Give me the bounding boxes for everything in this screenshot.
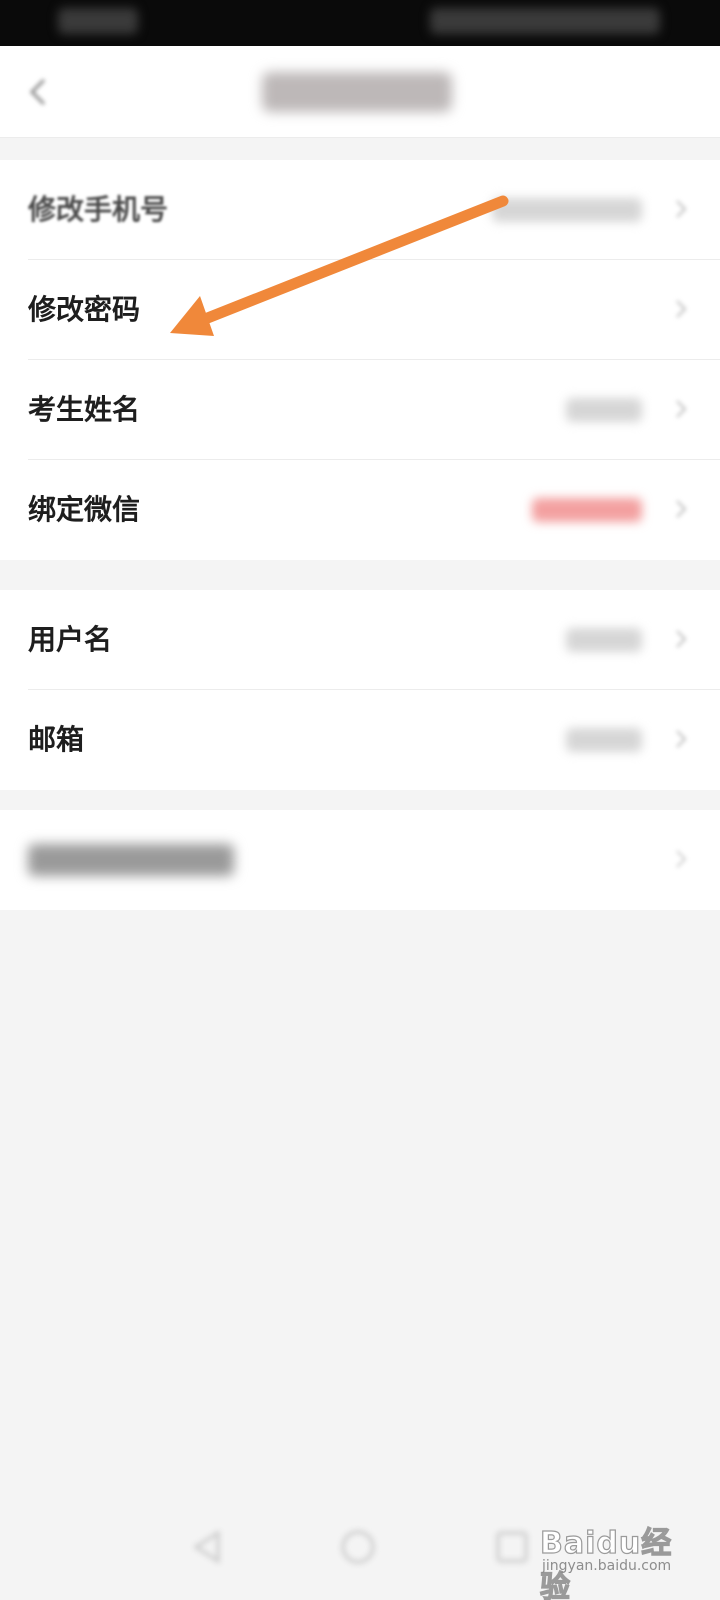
top-nav-bar: [0, 46, 720, 138]
row-label: 修改密码: [28, 293, 141, 326]
baidu-watermark: Baidu经验 jingyan.baidu.com: [539, 1512, 700, 1600]
row-change-phone[interactable]: 修改手机号: [28, 160, 720, 260]
row-label: 考生姓名: [28, 393, 141, 426]
row-value: [566, 728, 642, 752]
chevron-left-icon[interactable]: [20, 72, 60, 112]
extra-group: [0, 810, 720, 910]
row-email[interactable]: 邮箱: [28, 690, 720, 790]
account-settings-group: 修改手机号 修改密码 考生姓名 绑定微信: [0, 160, 720, 560]
row-label-blurred: [28, 844, 234, 876]
row-label: 用户名: [28, 623, 113, 656]
row-value: [492, 198, 642, 222]
row-bind-wechat[interactable]: 绑定微信: [28, 460, 720, 560]
back-triangle-icon[interactable]: [186, 1525, 230, 1569]
row-label: 邮箱: [28, 723, 85, 756]
row-value: [566, 628, 642, 652]
status-bar: [0, 0, 720, 46]
row-label: 绑定微信: [28, 493, 141, 526]
chevron-right-icon: [676, 200, 687, 218]
row-blurred-option[interactable]: [28, 810, 720, 910]
row-label: 修改手机号: [28, 193, 169, 226]
profile-group: 用户名 邮箱: [0, 590, 720, 790]
chevron-right-icon: [676, 630, 687, 648]
recents-square-icon[interactable]: [490, 1525, 534, 1569]
chevron-right-icon: [676, 850, 687, 868]
chevron-right-icon: [676, 730, 687, 748]
chevron-right-icon: [676, 400, 687, 418]
status-icons: [430, 8, 660, 34]
chevron-right-icon: [676, 300, 687, 318]
row-candidate-name[interactable]: 考生姓名: [28, 360, 720, 460]
chevron-right-icon: [676, 500, 687, 518]
home-circle-icon[interactable]: [336, 1525, 380, 1569]
watermark-site: jingyan.baidu.com: [542, 1558, 672, 1574]
row-value: [566, 398, 642, 422]
row-value-unbound: [532, 498, 642, 522]
status-time: [58, 8, 138, 34]
page-title: [262, 72, 452, 112]
row-change-password[interactable]: 修改密码: [28, 260, 720, 360]
row-username[interactable]: 用户名: [28, 590, 720, 690]
